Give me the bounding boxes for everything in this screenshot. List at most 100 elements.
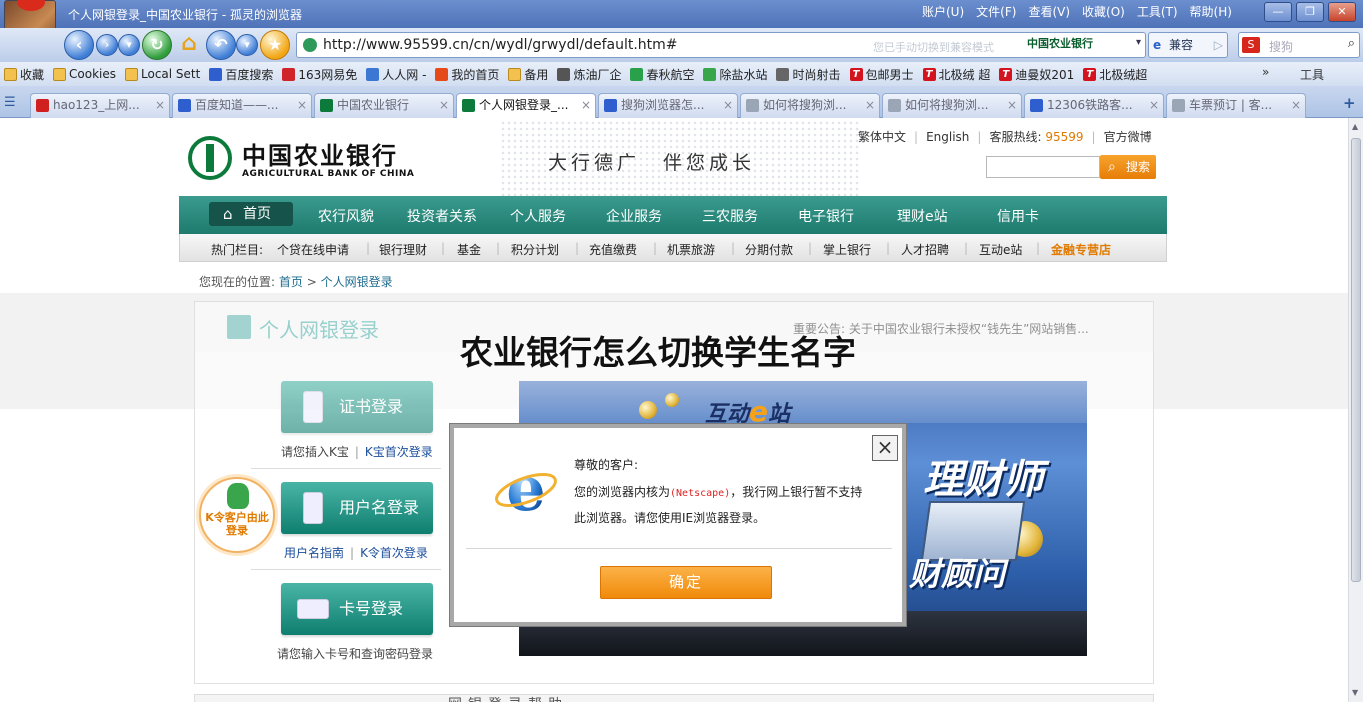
tab-close-icon[interactable]: ×: [1149, 94, 1159, 116]
tab-close-icon[interactable]: ×: [723, 94, 733, 116]
ktoken-login-badge[interactable]: K令客户由此登录: [199, 477, 275, 553]
tab-close-icon[interactable]: ×: [865, 94, 875, 116]
maximize-button[interactable]: ❐: [1296, 2, 1324, 22]
back-button[interactable]: ‹: [64, 30, 94, 60]
kling-first-login-link[interactable]: K令首次登录: [360, 546, 428, 560]
refresh-button[interactable]: ↻: [142, 30, 172, 60]
dialog-close-button[interactable]: ×: [872, 435, 898, 461]
url-text[interactable]: http://www.95599.cn/cn/wydl/grwydl/defau…: [323, 37, 678, 53]
tab[interactable]: 如何将搜狗浏... ×: [882, 93, 1022, 118]
tab-close-icon[interactable]: ×: [439, 94, 449, 116]
subnav-highlight[interactable]: 金融专营店: [1051, 241, 1111, 258]
scroll-up-icon[interactable]: ▲: [1352, 122, 1358, 131]
site-search-button[interactable]: ⌕ 搜索: [1100, 155, 1156, 179]
menu-help[interactable]: 帮助(H): [1190, 3, 1232, 20]
link-weibo[interactable]: 官方微博: [1104, 130, 1152, 144]
subnav-item[interactable]: 分期付款: [745, 241, 793, 258]
minimize-button[interactable]: —: [1264, 2, 1292, 22]
undo-close-button[interactable]: ↶: [206, 30, 236, 60]
fav-item[interactable]: T 迪曼奴201: [999, 66, 1074, 83]
tab-close-icon[interactable]: ×: [1291, 94, 1301, 116]
nav-item[interactable]: 理财e站: [897, 206, 948, 226]
tab[interactable]: 12306铁路客... ×: [1024, 93, 1164, 118]
subnav-item[interactable]: 充值缴费: [589, 241, 637, 258]
tab[interactable]: 百度知道——... ×: [172, 93, 312, 118]
favorite-star-button[interactable]: ★: [260, 30, 290, 60]
breadcrumb-current[interactable]: 个人网银登录: [321, 275, 393, 289]
link-english[interactable]: English: [926, 130, 969, 144]
subnav-item[interactable]: 掌上银行: [823, 241, 871, 258]
fav-item[interactable]: Local Sett: [125, 67, 200, 81]
tab-close-icon[interactable]: ×: [1007, 94, 1017, 116]
kbao-first-login-link[interactable]: K宝首次登录: [365, 445, 433, 459]
page-scrollbar[interactable]: ▲ ▼: [1348, 118, 1363, 702]
url-dropdown-icon[interactable]: ▾: [1136, 37, 1141, 48]
nav-item[interactable]: 电子银行: [798, 206, 854, 226]
search-engine-box[interactable]: S 搜狗 ⌕: [1238, 32, 1360, 58]
tab[interactable]: 如何将搜狗浏... ×: [740, 93, 880, 118]
favbar-more-button[interactable]: »: [1262, 65, 1269, 79]
menu-file[interactable]: 文件(F): [976, 3, 1016, 20]
menu-view[interactable]: 查看(V): [1028, 3, 1070, 20]
favbar-tools-button[interactable]: 工具: [1300, 66, 1324, 83]
username-guide-link[interactable]: 用户名指南: [284, 546, 344, 560]
tab[interactable]: hao123_上网... ×: [30, 93, 170, 118]
tab-close-icon[interactable]: ×: [581, 94, 591, 116]
tab-close-icon[interactable]: ×: [155, 94, 165, 116]
fav-item[interactable]: 备用: [508, 66, 548, 83]
subnav-item[interactable]: 互动e站: [979, 241, 1022, 258]
fav-item[interactable]: T 北极绒 超: [922, 66, 990, 83]
subnav-item[interactable]: 积分计划: [511, 241, 559, 258]
close-window-button[interactable]: ✕: [1328, 2, 1356, 22]
nav-item[interactable]: 农行风貌: [318, 206, 374, 226]
new-tab-button[interactable]: +: [1343, 94, 1356, 112]
card-login-button[interactable]: 卡号登录: [281, 583, 433, 635]
home-button[interactable]: ⌂: [174, 30, 204, 60]
site-search-input[interactable]: [986, 156, 1100, 178]
scroll-thumb[interactable]: [1351, 138, 1361, 582]
menu-favorites[interactable]: 收藏(O): [1082, 3, 1125, 20]
nav-home[interactable]: 首页: [209, 202, 293, 226]
menu-tools[interactable]: 工具(T): [1137, 3, 1178, 20]
tab[interactable]: 中国农业银行 ×: [314, 93, 454, 118]
nav-item[interactable]: 三农服务: [702, 206, 758, 226]
fav-item[interactable]: 收藏: [4, 66, 44, 83]
subnav-item[interactable]: 基金: [457, 241, 481, 258]
subnav-item[interactable]: 人才招聘: [901, 241, 949, 258]
dialog-ok-button[interactable]: 确定: [600, 566, 772, 599]
tab[interactable]: 搜狗浏览器怎... ×: [598, 93, 738, 118]
sidebar-toggle-icon[interactable]: ☰: [4, 95, 16, 110]
menu-account[interactable]: 账户(U): [922, 3, 964, 20]
nav-item[interactable]: 企业服务: [606, 206, 662, 226]
subnav-item[interactable]: 银行理财: [379, 241, 427, 258]
tab-close-icon[interactable]: ×: [297, 94, 307, 116]
fav-item[interactable]: 除盐水站: [703, 66, 767, 83]
fav-item[interactable]: Cookies: [53, 67, 116, 81]
username-login-button[interactable]: 用户名登录: [281, 482, 433, 534]
fav-item[interactable]: 炼油厂企: [557, 66, 621, 83]
history-dropdown-button[interactable]: ▾: [118, 34, 140, 56]
fav-item[interactable]: T 包邮男士: [849, 66, 914, 83]
tab-active[interactable]: 个人网银登录_... ×: [456, 93, 596, 119]
subnav-item[interactable]: 机票旅游: [667, 241, 715, 258]
link-traditional-chinese[interactable]: 繁体中文: [858, 130, 906, 144]
fav-item[interactable]: 百度搜索: [209, 66, 273, 83]
nav-item[interactable]: 投资者关系: [407, 206, 477, 226]
cert-login-button[interactable]: 证书登录: [281, 381, 433, 433]
search-icon[interactable]: ⌕: [1348, 36, 1355, 51]
scroll-down-icon[interactable]: ▼: [1352, 688, 1358, 697]
fav-item[interactable]: 春秋航空: [630, 66, 694, 83]
compat-mode-button[interactable]: e 兼容 ▷: [1148, 32, 1228, 58]
forward-button[interactable]: ›: [96, 34, 118, 56]
tab[interactable]: 车票预订 | 客... ×: [1166, 93, 1306, 118]
fav-item[interactable]: 时尚射击: [776, 66, 841, 83]
fav-item[interactable]: T 北极绒超: [1083, 66, 1147, 83]
nav-item[interactable]: 个人服务: [510, 206, 566, 226]
fav-item[interactable]: 我的首页: [435, 66, 499, 83]
breadcrumb-home[interactable]: 首页: [279, 275, 303, 289]
address-bar[interactable]: http://www.95599.cn/cn/wydl/grwydl/defau…: [296, 32, 1146, 58]
subnav-item[interactable]: 个贷在线申请: [277, 241, 349, 258]
fav-item[interactable]: 人人网 -: [366, 66, 426, 83]
nav-item[interactable]: 信用卡: [997, 206, 1039, 226]
undo-dropdown-button[interactable]: ▾: [236, 34, 258, 56]
